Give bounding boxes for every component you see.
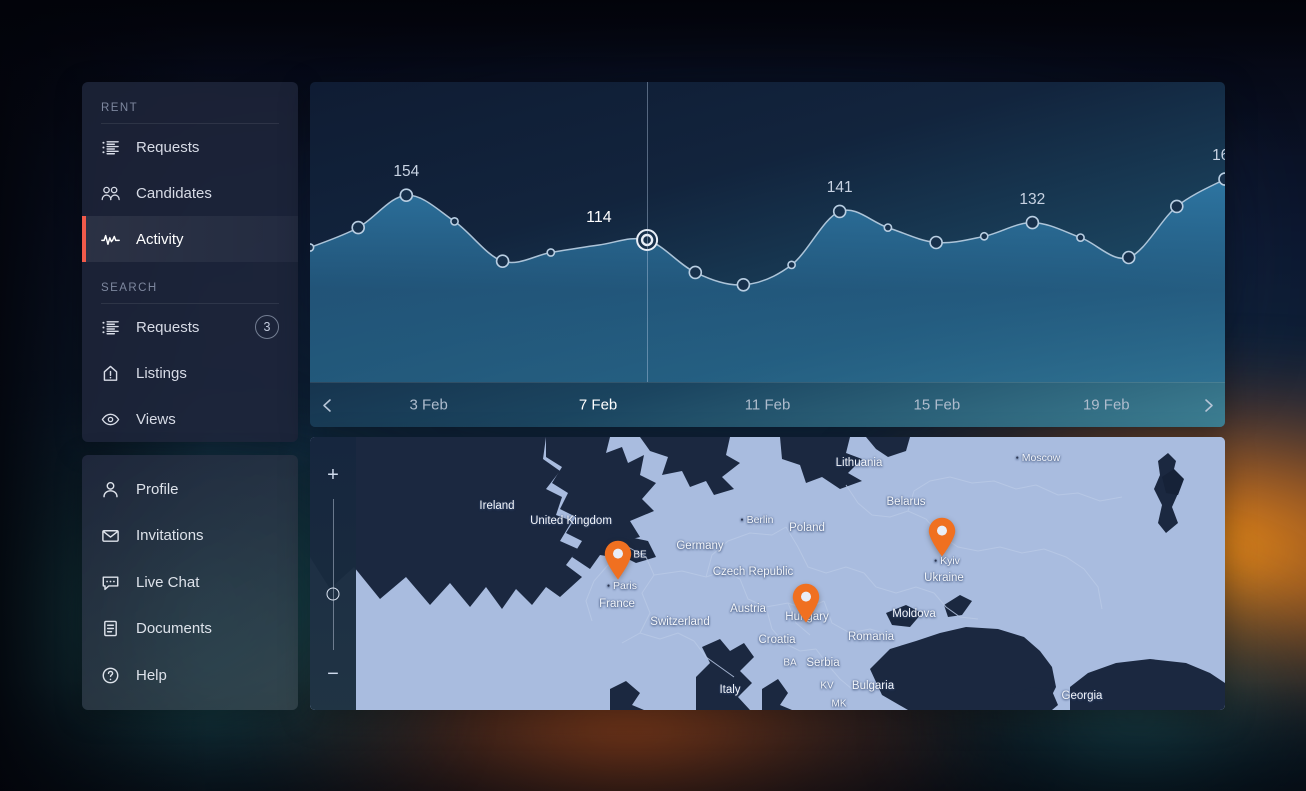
chart-tick-2[interactable]: 7 Feb bbox=[579, 397, 617, 414]
sidebar-item-label: Requests bbox=[136, 318, 200, 336]
chart-prev-button[interactable] bbox=[310, 398, 344, 413]
list-icon bbox=[101, 138, 120, 157]
sidebar-item-activity[interactable]: Activity bbox=[82, 216, 298, 262]
chart-tick-1[interactable]: 3 Feb bbox=[410, 397, 448, 414]
sidebar-item-candidates[interactable]: Candidates bbox=[82, 170, 298, 216]
sidebar-section-title: SEARCH bbox=[101, 282, 158, 294]
map-zoom-out-button[interactable]: − bbox=[327, 664, 339, 684]
chart-point-value: 114 bbox=[586, 209, 612, 227]
chart-tick-5[interactable]: 19 Feb bbox=[1083, 397, 1130, 414]
activity-chart-plot[interactable]: 154 114 141 132 167 bbox=[310, 82, 1225, 382]
sidebar-item-label: Help bbox=[136, 666, 167, 684]
sidebar-item-label: Requests bbox=[136, 138, 200, 156]
chart-point-value: 167 bbox=[1212, 147, 1225, 165]
sidebar-item-help[interactable]: Help bbox=[82, 652, 298, 699]
sidebar-item-label: Candidates bbox=[136, 184, 212, 202]
chart-point-value: 132 bbox=[1019, 190, 1046, 208]
map-zoom-slider-handle[interactable] bbox=[326, 587, 340, 601]
sidebar-item-label: Live Chat bbox=[136, 573, 200, 591]
activity-chart-card: 154 114 141 132 167 3 Feb 7 Feb 11 Feb 15 Feb 19… bbox=[310, 82, 1225, 427]
sidebar-item-label: Listings bbox=[136, 364, 187, 382]
house-icon bbox=[101, 364, 120, 383]
sidebar-item-requests[interactable]: Requests bbox=[82, 124, 298, 170]
sidebar-item-listings[interactable]: Listings bbox=[82, 350, 298, 396]
chat-icon bbox=[101, 573, 120, 592]
sidebar-item-label: Activity bbox=[136, 230, 184, 248]
chart-point-value: 141 bbox=[826, 179, 853, 197]
sidebar: RENT Requests Candidates Activity SEARCH Requ… bbox=[82, 82, 298, 710]
chart-tick-3[interactable]: 11 Feb bbox=[745, 397, 791, 414]
sidebar-item-requests[interactable]: Requests 3 bbox=[82, 304, 298, 350]
activity-icon bbox=[101, 230, 120, 249]
locations-map-card[interactable]: + − Ireland United Kingdom France BE Germany… bbox=[310, 437, 1225, 710]
status-badge: 3 bbox=[255, 315, 279, 339]
map-pin-budapest[interactable] bbox=[791, 583, 821, 623]
chart-date-axis: 3 Feb 7 Feb 11 Feb 15 Feb 19 Feb bbox=[310, 382, 1225, 427]
sidebar-item-label: Invitations bbox=[136, 527, 204, 545]
map-zoom-slider-track[interactable] bbox=[326, 499, 340, 650]
sidebar-item-invitations[interactable]: Invitations bbox=[82, 513, 298, 560]
sidebar-item-label: Profile bbox=[136, 480, 179, 498]
map-zoom-control: + − bbox=[310, 437, 356, 710]
sidebar-item-profile[interactable]: Profile bbox=[82, 466, 298, 513]
sidebar-item-label: Views bbox=[136, 410, 176, 428]
chart-next-button[interactable] bbox=[1191, 398, 1225, 413]
chart-tick-4[interactable]: 15 Feb bbox=[914, 397, 961, 414]
sidebar-account-panel: Profile Invitations Live Chat Documents Help bbox=[82, 455, 298, 710]
sidebar-item-documents[interactable]: Documents bbox=[82, 606, 298, 653]
map-pin-paris[interactable] bbox=[603, 540, 633, 580]
sidebar-item-views[interactable]: Views bbox=[82, 396, 298, 442]
map-zoom-in-button[interactable]: + bbox=[327, 465, 339, 485]
chart-data-points bbox=[310, 172, 1225, 292]
chart-tick-labels: 3 Feb 7 Feb 11 Feb 15 Feb 19 Feb bbox=[344, 383, 1191, 427]
sidebar-item-label: Documents bbox=[136, 620, 212, 638]
users-icon bbox=[101, 184, 120, 203]
sidebar-section-title: RENT bbox=[101, 102, 139, 114]
envelope-icon bbox=[101, 526, 120, 545]
chart-point-value: 154 bbox=[393, 163, 420, 181]
sidebar-item-live-chat[interactable]: Live Chat bbox=[82, 559, 298, 606]
help-icon bbox=[101, 666, 120, 685]
eye-icon bbox=[101, 410, 120, 429]
chart-cursor-line bbox=[647, 82, 649, 382]
list-icon bbox=[101, 318, 120, 337]
map-pin-kyiv[interactable] bbox=[927, 517, 957, 557]
sidebar-nav-panel: RENT Requests Candidates Activity SEARCH Requ… bbox=[82, 82, 298, 442]
map-graphic bbox=[310, 437, 1225, 710]
document-icon bbox=[101, 619, 120, 638]
person-icon bbox=[101, 480, 120, 499]
